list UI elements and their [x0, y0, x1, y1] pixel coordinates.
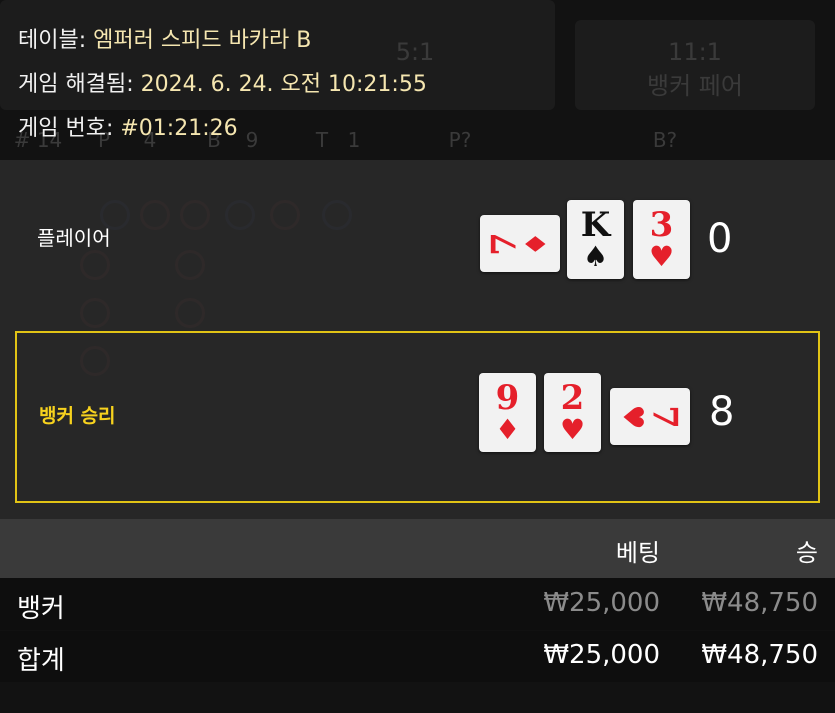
game-resolved-time: 2024. 6. 24. 오전 10:21:55 — [140, 72, 427, 97]
banker-card-2: 2 ♥ — [544, 373, 601, 452]
bet-type-label: 뱅커 — [17, 594, 65, 624]
spade-suit-icon: ♠ — [582, 239, 609, 273]
heart-suit-icon: ♥ — [616, 403, 650, 430]
stat-tie-count: 1 — [347, 128, 361, 152]
table-row-total: 합계 ₩25,000 ₩48,750 — [0, 630, 835, 682]
player-card-3: 7 ♦ — [480, 215, 560, 272]
player-pair-predict: P? — [448, 128, 472, 152]
card-rank: K — [580, 204, 611, 245]
diamond-suit-icon: ♦ — [494, 412, 521, 446]
game-number-label: 게임 번호: — [18, 116, 114, 141]
bets-table-header: 베팅 승 — [0, 519, 835, 578]
card-rank: 2 — [560, 377, 585, 418]
column-header-bet: 베팅 — [615, 539, 660, 567]
heart-suit-icon: ♥ — [648, 239, 675, 273]
card-rank: 7 — [644, 404, 685, 429]
game-resolved-line: 게임 해결됨: 2024. 6. 24. 오전 10:21:55 — [18, 66, 427, 98]
table-name: 엠퍼러 스피드 바카라 B — [93, 28, 312, 53]
player-card-2: 3 ♥ — [633, 200, 690, 279]
player-result-row: 플레이어 7 ♦ K ♠ 3 ♥ 0 — [15, 178, 820, 298]
player-label: 플레이어 — [37, 226, 111, 250]
total-bet-amount: ₩25,000 — [543, 640, 660, 670]
card-rank: 3 — [649, 204, 674, 245]
banker-pair-label: 뱅커 페어 — [647, 72, 743, 100]
win-amount: ₩48,750 — [701, 588, 818, 618]
diamond-suit-icon: ♦ — [519, 230, 553, 257]
bet-spot-odds: 5:1 — [395, 38, 435, 66]
banker-pair-spot-background — [575, 20, 815, 110]
game-number: #01:21:26 — [120, 116, 238, 141]
card-rank: 7 — [484, 231, 525, 256]
banker-pair-odds: 11:1 — [668, 38, 722, 66]
heart-suit-icon: ♥ — [559, 412, 586, 446]
column-header-win: 승 — [795, 539, 818, 567]
total-label: 합계 — [17, 646, 65, 676]
banker-card-3: 7 ♥ — [610, 388, 690, 445]
banker-pair-predict: B? — [652, 128, 678, 152]
banker-win-label: 뱅커 승리 — [39, 405, 116, 427]
banker-result-row: 뱅커 승리 9 ♦ 2 ♥ 7 ♥ 8 — [15, 331, 820, 503]
table-name-line: 테이블: 엠퍼러 스피드 바카라 B — [18, 22, 311, 54]
player-score: 0 — [707, 216, 733, 262]
banker-card-1: 9 ♦ — [479, 373, 536, 452]
player-card-1: K ♠ — [567, 200, 624, 279]
stat-banker-count: 9 — [245, 128, 259, 152]
stat-tie-icon: T — [315, 128, 329, 152]
game-number-line: 게임 번호: #01:21:26 — [18, 110, 238, 142]
table-label: 테이블: — [18, 28, 87, 53]
card-rank: 9 — [495, 377, 520, 418]
bet-amount: ₩25,000 — [543, 588, 660, 618]
table-row: 뱅커 ₩25,000 ₩48,750 — [0, 578, 835, 631]
banker-score: 8 — [709, 389, 735, 435]
total-win-amount: ₩48,750 — [701, 640, 818, 670]
game-resolved-label: 게임 해결됨: — [18, 72, 134, 97]
